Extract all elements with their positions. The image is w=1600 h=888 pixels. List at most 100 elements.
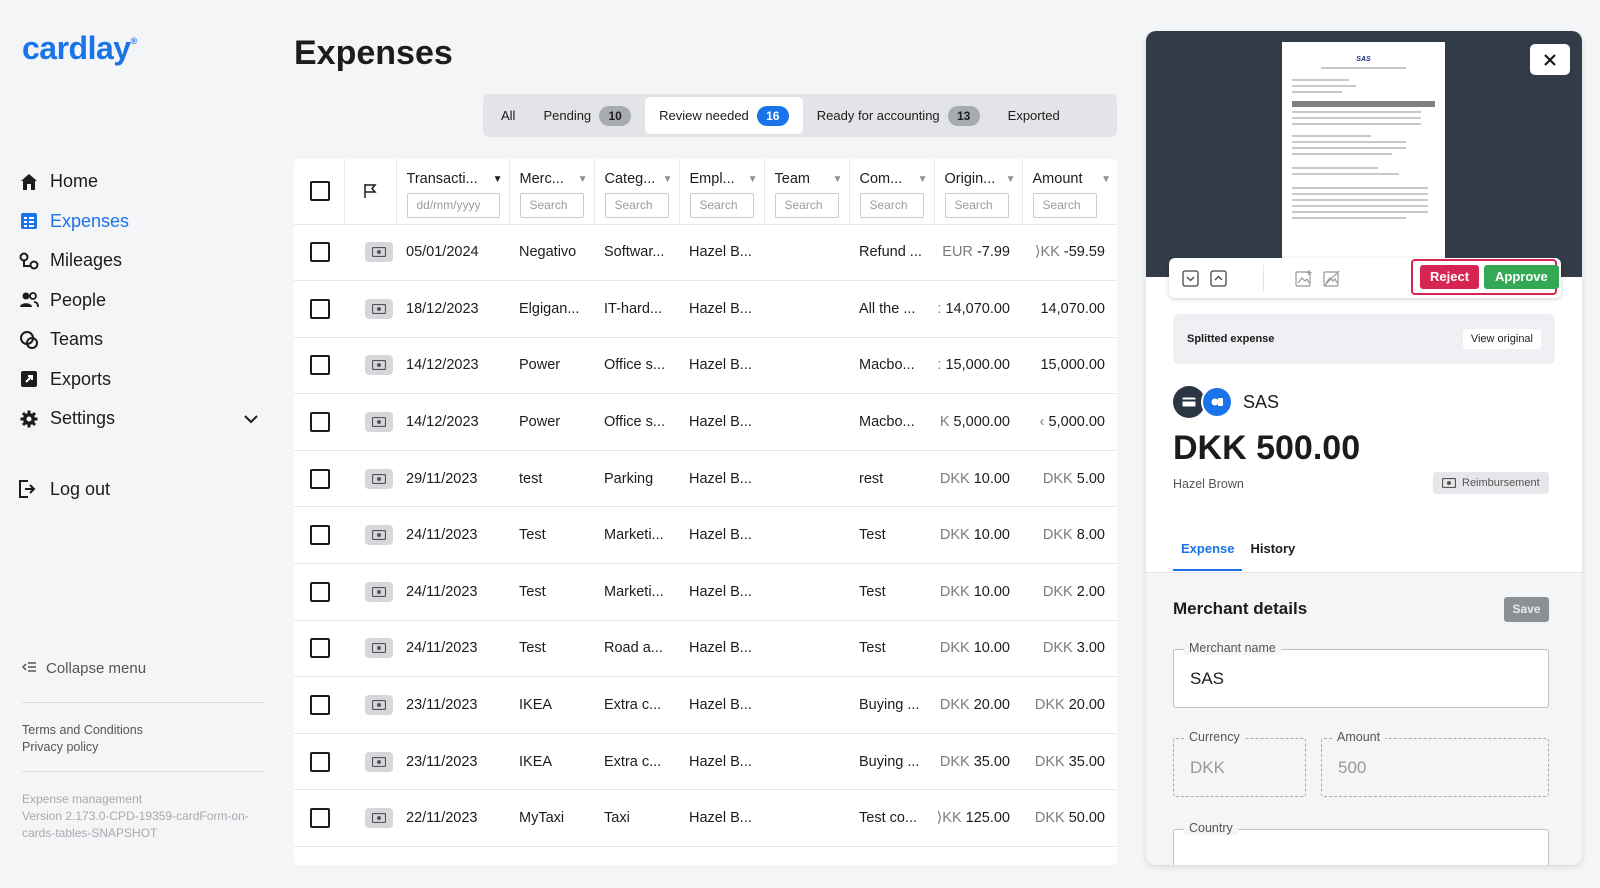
sort-icon[interactable]: ▼ [578, 174, 588, 185]
team-search-input[interactable]: Search [774, 193, 839, 218]
employee-search-input[interactable]: Search [689, 193, 754, 218]
select-all-checkbox[interactable] [310, 181, 330, 202]
approve-button[interactable]: Approve [1484, 265, 1559, 289]
row-checkbox[interactable] [310, 355, 330, 376]
tab-exported[interactable]: Exported [994, 97, 1074, 134]
tab-review-needed[interactable]: Review needed 16 [645, 97, 803, 134]
row-category: Office s... [594, 337, 679, 395]
col-team[interactable]: Team ▼ Search [764, 159, 850, 225]
flag-icon[interactable] [345, 183, 396, 199]
sort-icon[interactable]: ▼ [918, 174, 928, 185]
table-row[interactable]: 05/01/2024 Negativo Softwar... Hazel B... Re… [294, 224, 1117, 282]
original-search-input[interactable]: Search [944, 193, 1009, 218]
row-checkbox[interactable] [310, 751, 330, 772]
date-filter-input[interactable]: dd/mm/yyyy [406, 193, 500, 218]
receipt-icon[interactable] [365, 355, 393, 376]
receipt-icon[interactable] [365, 412, 393, 433]
sort-desc-icon[interactable]: ▼ [493, 174, 503, 185]
receipt-icon[interactable] [365, 581, 393, 602]
row-comment: rest [849, 450, 934, 508]
sort-icon[interactable]: ▼ [833, 174, 843, 185]
row-team [764, 224, 849, 282]
sidebar-item-home[interactable]: Home [18, 162, 258, 202]
chevron-down-icon[interactable] [1181, 269, 1200, 288]
tab-expense[interactable]: Expense [1173, 541, 1243, 571]
receipt-icon[interactable] [365, 695, 393, 716]
tab-history[interactable]: History [1242, 541, 1303, 571]
add-image-icon[interactable] [1294, 269, 1313, 288]
sort-icon[interactable]: ▼ [1101, 174, 1111, 185]
merchant-name-field[interactable]: Merchant name SAS [1173, 641, 1549, 708]
chevron-down-icon[interactable] [244, 408, 258, 429]
receipt-icon[interactable] [365, 808, 393, 829]
col-comment[interactable]: Com... ▼ Search [849, 159, 935, 225]
col-employee[interactable]: Empl... ▼ Search [679, 159, 765, 225]
remove-image-icon[interactable] [1322, 269, 1341, 288]
tab-all[interactable]: All [487, 97, 529, 134]
sort-icon[interactable]: ▼ [1006, 174, 1016, 185]
receipt-icon[interactable] [365, 468, 393, 489]
receipt-icon[interactable] [365, 751, 393, 772]
comment-search-input[interactable]: Search [859, 193, 924, 218]
sidebar-item-teams[interactable]: Teams [18, 320, 258, 360]
table-row[interactable]: 23/11/2023 IKEA Extra c... Hazel B... Buying… [294, 733, 1117, 791]
table-row[interactable]: 24/11/2023 Test Road a... Hazel B... Test DKK… [294, 620, 1117, 678]
row-checkbox[interactable] [310, 808, 330, 829]
row-checkbox[interactable] [310, 298, 330, 319]
view-original-button[interactable]: View original [1462, 329, 1541, 349]
reject-button[interactable]: Reject [1420, 265, 1480, 289]
collapse-menu-button[interactable]: Collapse menu [21, 660, 146, 677]
divider [22, 702, 264, 703]
row-checkbox[interactable] [310, 581, 330, 602]
terms-link[interactable]: Terms and Conditions [22, 722, 143, 739]
receipt-image[interactable]: SAS [1282, 42, 1445, 268]
col-transaction-date[interactable]: Transacti... ▼ dd/mm/yyyy [396, 159, 510, 225]
row-checkbox[interactable] [310, 242, 330, 263]
row-date: 05/01/2024 [396, 224, 509, 282]
col-merchant[interactable]: Merc... ▼ Search [509, 159, 595, 225]
receipt-icon[interactable] [365, 638, 393, 659]
tab-pending[interactable]: Pending 10 [529, 97, 645, 134]
cardlay-logo[interactable]: cardlay® [22, 30, 137, 67]
country-field[interactable]: Country [1173, 821, 1549, 865]
approval-actions: Reject Approve [1411, 259, 1559, 295]
sidebar-item-settings[interactable]: Settings [18, 399, 258, 439]
row-merchant: Test [509, 506, 594, 565]
tab-ready-for-accounting[interactable]: Ready for accounting 13 [803, 97, 994, 134]
amount-search-input[interactable]: Search [1032, 193, 1097, 218]
sort-icon[interactable]: ▼ [748, 174, 758, 185]
receipt-icon[interactable] [365, 242, 393, 263]
row-checkbox[interactable] [310, 695, 330, 716]
row-checkbox[interactable] [310, 468, 330, 489]
table-row[interactable]: 18/12/2023 Elgigan... IT-hard... Hazel B...… [294, 280, 1117, 338]
save-button[interactable]: Save [1504, 597, 1549, 622]
sidebar-item-mileages[interactable]: Mileages [18, 241, 258, 281]
table-row[interactable]: 14/12/2023 Power Office s... Hazel B... Macb… [294, 337, 1117, 395]
table-row[interactable]: 14/12/2023 Power Office s... Hazel B... Macb… [294, 393, 1117, 451]
close-panel-button[interactable] [1530, 44, 1570, 75]
receipt-icon[interactable] [365, 298, 393, 319]
row-checkbox[interactable] [310, 412, 330, 433]
sidebar-item-expenses[interactable]: Expenses [18, 202, 258, 242]
table-row[interactable]: 24/11/2023 Test Marketi... Hazel B... Test DK… [294, 506, 1117, 565]
logout-button[interactable]: Log out [18, 478, 110, 500]
sidebar-item-exports[interactable]: Exports [18, 360, 258, 400]
table-row[interactable]: 23/11/2023 IKEA Extra c... Hazel B... Buying… [294, 676, 1117, 734]
merchant-search-input[interactable]: Search [519, 193, 584, 218]
sort-icon[interactable]: ▼ [663, 174, 673, 185]
receipt-icon[interactable] [365, 525, 393, 546]
table-row[interactable]: 22/11/2023 MyTaxi Taxi Hazel B... Test co...… [294, 789, 1117, 848]
col-original-amount[interactable]: Origin... ▼ Search [934, 159, 1023, 225]
sidebar-item-people[interactable]: People [18, 281, 258, 321]
table-row[interactable]: 29/11/2023 test Parking Hazel B... rest DKK 1… [294, 450, 1117, 508]
chevron-up-icon[interactable] [1209, 269, 1228, 288]
privacy-link[interactable]: Privacy policy [22, 739, 143, 756]
row-checkbox[interactable] [310, 638, 330, 659]
table-row[interactable]: 24/11/2023 Test Marketi... Hazel B... Test DK… [294, 563, 1117, 621]
category-search-input[interactable]: Search [604, 193, 669, 218]
row-merchant: Power [509, 393, 594, 451]
col-category[interactable]: Categ... ▼ Search [594, 159, 680, 225]
close-icon [1544, 53, 1556, 66]
row-checkbox[interactable] [310, 525, 330, 546]
col-amount[interactable]: Amount ▼ Search [1022, 159, 1117, 225]
